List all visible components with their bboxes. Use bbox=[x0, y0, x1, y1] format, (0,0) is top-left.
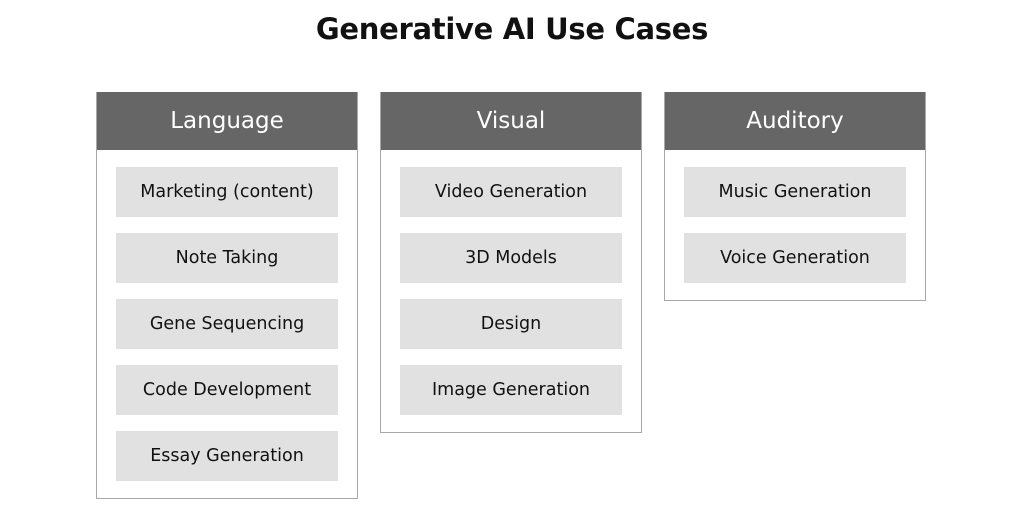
use-case-item: 3D Models bbox=[400, 233, 622, 283]
item-list: Video Generation 3D Models Design Image … bbox=[381, 150, 641, 432]
panel-language: Language Marketing (content) Note Taking… bbox=[96, 92, 358, 499]
item-list: Marketing (content) Note Taking Gene Seq… bbox=[97, 150, 357, 498]
use-case-item: Marketing (content) bbox=[116, 167, 338, 217]
use-case-item: Image Generation bbox=[400, 365, 622, 415]
use-case-item: Music Generation bbox=[684, 167, 906, 217]
use-case-item: Design bbox=[400, 299, 622, 349]
panel-header: Language bbox=[97, 92, 357, 150]
use-case-item: Voice Generation bbox=[684, 233, 906, 283]
panel-auditory: Auditory Music Generation Voice Generati… bbox=[664, 92, 926, 301]
use-case-item: Gene Sequencing bbox=[116, 299, 338, 349]
use-case-item: Code Development bbox=[116, 365, 338, 415]
use-case-item: Video Generation bbox=[400, 167, 622, 217]
use-case-item: Essay Generation bbox=[116, 431, 338, 481]
item-list: Music Generation Voice Generation bbox=[665, 150, 925, 300]
panel-visual: Visual Video Generation 3D Models Design… bbox=[380, 92, 642, 433]
use-case-item: Note Taking bbox=[116, 233, 338, 283]
panel-header: Auditory bbox=[665, 92, 925, 150]
panel-header: Visual bbox=[381, 92, 641, 150]
diagram-title: Generative AI Use Cases bbox=[315, 12, 709, 46]
